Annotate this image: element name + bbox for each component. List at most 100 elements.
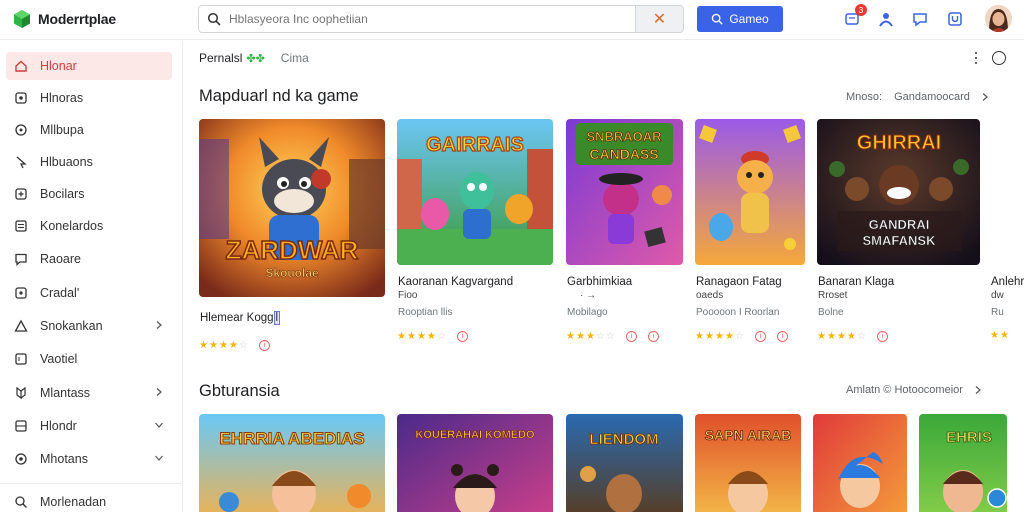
banner-text: EHRIS xyxy=(946,429,992,446)
sidebar-item-home[interactable]: Hlonar xyxy=(6,52,172,80)
app-name: Moderrtplae xyxy=(38,11,116,27)
game-card[interactable] xyxy=(813,414,907,512)
puzzle-icon xyxy=(14,386,28,400)
sidebar: Hlonar Hlnoras Mllbupa Hlbuaons Bocilars… xyxy=(0,41,183,512)
search-input[interactable] xyxy=(229,6,635,32)
sidebar-item-label: Bocilars xyxy=(40,187,85,201)
sidebar-item-raoare[interactable]: Raoare xyxy=(6,245,172,273)
sidebar-item-morlenadan[interactable]: Morlenadan xyxy=(6,488,172,512)
chevron-right-icon xyxy=(156,388,162,396)
game-subtitle: dw xyxy=(991,290,1004,301)
svg-text:SNBRAOAR: SNBRAOAR xyxy=(586,129,662,144)
chevron-right-icon xyxy=(975,386,981,394)
game-card[interactable]: EHRIS xyxy=(919,414,1007,512)
chevron-down-icon xyxy=(155,455,163,461)
game-search-button[interactable]: Gameo xyxy=(697,6,783,32)
svg-text:GANDRAI: GANDRAI xyxy=(869,217,930,232)
star-icon: ★ xyxy=(724,330,734,342)
svg-text:SMAFANSK: SMAFANSK xyxy=(863,233,937,248)
info-icon[interactable]: i xyxy=(258,340,270,351)
grid-icon xyxy=(14,419,28,433)
sidebar-item-hlondr[interactable]: Hlondr xyxy=(6,412,172,440)
sidebar-item-snokankan[interactable]: Snokankan xyxy=(6,312,172,340)
game-card[interactable]: SNBRAOAR CANDASS Garbhimkiaa · → Mobilag… xyxy=(566,119,683,359)
circle-icon[interactable] xyxy=(992,51,1006,65)
game-meta: Mobilago xyxy=(567,307,608,318)
star-icon: ☆ xyxy=(605,330,615,342)
star-icon: ☆ xyxy=(436,330,446,342)
avatar[interactable] xyxy=(985,5,1012,32)
star-icon: ★ xyxy=(218,339,228,351)
people-button[interactable] xyxy=(877,10,895,28)
star-icon: ★ xyxy=(575,330,585,342)
more-options-icon[interactable] xyxy=(971,51,981,65)
star-icon: ★ xyxy=(826,330,836,342)
game-card[interactable]: ZARDWAR Skouolae Hlemear Kogg l ★ ★ ★ ★ ☆ i xyxy=(199,119,385,359)
sidebar-item-cradal[interactable]: Cradal' xyxy=(6,279,172,307)
sidebar-item-vaotiel[interactable]: Vaotiel xyxy=(6,345,172,373)
star-icon: ★ xyxy=(836,330,846,342)
info-icon[interactable]: i xyxy=(625,331,637,342)
top-bar: Moderrtplae ✕ Gameo 3 xyxy=(0,0,1024,40)
notifications-button[interactable]: 3 xyxy=(843,4,867,28)
breadcrumb-second[interactable]: Cima xyxy=(281,51,309,65)
chat-button[interactable] xyxy=(911,10,929,28)
star-icon: ☆ xyxy=(734,330,744,342)
sidebar-item-mllbupa[interactable]: Mllbupa xyxy=(6,116,172,144)
section-link-label: Gandamoocard xyxy=(894,91,970,103)
sidebar-item-hlnoras[interactable]: Hlnoras xyxy=(6,84,172,112)
game-meta: Ru xyxy=(991,307,1004,318)
game-card[interactable]: Ranagaon Fatag oaeds Pooooon I Roorlan ★… xyxy=(695,119,805,359)
game-card[interactable]: GHIRRAI GANDRAI SMAFANSK Banaran Klaga R… xyxy=(817,119,980,359)
game-thumbnail xyxy=(695,119,805,265)
info-icon[interactable]: i xyxy=(776,331,788,342)
game-meta: Rooptian llis xyxy=(398,307,453,318)
notification-badge: 3 xyxy=(855,4,867,16)
star-icon: ★ xyxy=(695,330,704,342)
sidebar-item-mhotans[interactable]: Mhotans xyxy=(6,445,172,473)
game-thumbnail: SNBRAOAR CANDASS xyxy=(566,119,683,265)
info-icon[interactable]: i xyxy=(647,331,659,342)
info-icon[interactable]: i xyxy=(456,331,468,342)
user-avatar-icon xyxy=(985,5,1012,32)
star-rating: ★ ★ ★ ★ ☆ i xyxy=(199,340,270,351)
cursor-icon xyxy=(14,155,28,169)
section-see-all-link[interactable]: Amlatn © Hotoocomeior xyxy=(846,384,983,396)
sidebar-item-konelardos[interactable]: Konelardos xyxy=(6,212,172,240)
logo-icon xyxy=(14,10,30,28)
game-card[interactable]: KOUERAHAI KOMEDO xyxy=(397,414,553,512)
banner-text: EHRRIA ABEDIAS xyxy=(219,429,364,448)
game-card[interactable]: EHRRIA ABEDIAS xyxy=(199,414,385,512)
game-card[interactable]: Anlehr dw Ru ★ ★ xyxy=(990,119,1024,359)
star-icon: ★ xyxy=(208,339,218,351)
game-subtitle: · → xyxy=(580,290,597,301)
sidebar-item-hlbuaons[interactable]: Hlbuaons xyxy=(6,148,172,176)
sidebar-item-label: Vaotiel xyxy=(40,352,78,366)
info-icon[interactable]: i xyxy=(876,331,888,342)
sidebar-item-label: Mllbupa xyxy=(40,123,84,137)
star-icon: ★ xyxy=(704,330,714,342)
game-title: Banaran Klaga xyxy=(818,276,895,288)
search-icon[interactable] xyxy=(199,6,229,32)
game-thumbnail: EHRIS xyxy=(919,414,1007,512)
message-icon xyxy=(14,252,28,266)
star-icon: ★ xyxy=(416,330,426,342)
game-card[interactable]: GAIRRAIS Kaoranan Kagvargand Fioo Roopti… xyxy=(397,119,553,359)
highlighted-text: l xyxy=(273,311,281,325)
breadcrumb-first[interactable]: Pernalsl xyxy=(199,51,242,65)
game-subtitle: Fioo xyxy=(398,290,418,301)
star-rating: ★ ★ ★ ★ ☆ i xyxy=(817,331,888,342)
game-card[interactable]: LIENDOM xyxy=(566,414,683,512)
sidebar-item-mlantass[interactable]: Mlantass xyxy=(6,379,172,407)
app-logo[interactable]: Moderrtplae xyxy=(12,9,116,29)
section-see-all-link[interactable]: Mnoso: Gandamoocard xyxy=(846,91,990,103)
account-button[interactable] xyxy=(946,10,964,28)
sidebar-item-bocilars[interactable]: Bocilars xyxy=(6,180,172,208)
game-card[interactable]: SAPN AIRAB xyxy=(695,414,801,512)
chevron-down-icon xyxy=(155,422,163,428)
clear-search-button[interactable]: ✕ xyxy=(635,6,683,32)
game-meta: Bolne xyxy=(818,307,844,318)
game-subtitle: oaeds xyxy=(696,290,724,301)
info-icon[interactable]: i xyxy=(754,331,766,342)
game-title: Garbhimkiaa xyxy=(567,276,633,288)
